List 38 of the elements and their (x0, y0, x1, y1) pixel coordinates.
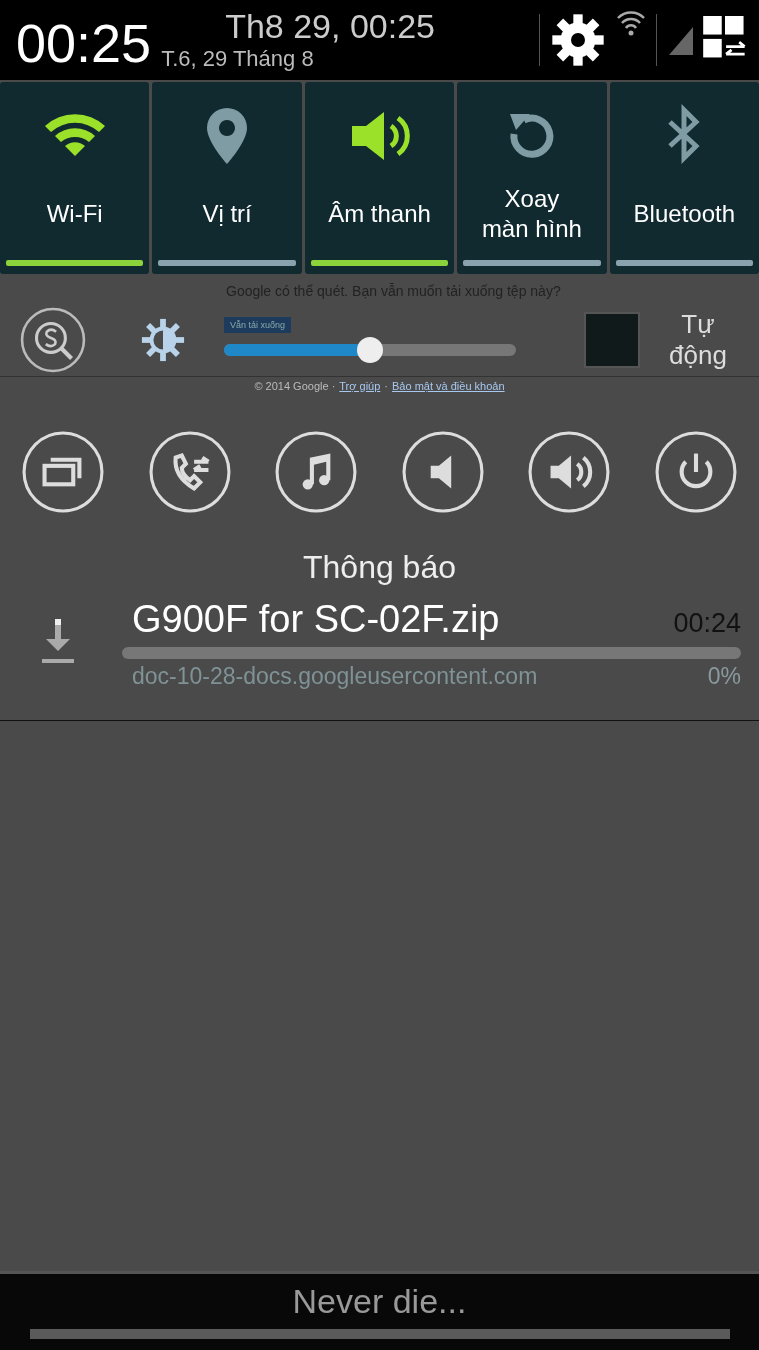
footer-text: · (384, 380, 389, 392)
cell-signal-icon (667, 25, 693, 55)
quick-setting-tile[interactable]: Wi-Fi (0, 82, 150, 274)
notifications-header: Thông báo (302, 549, 457, 586)
footer-link[interactable]: Bảo mật và điều khoản (392, 380, 505, 392)
download-percent: 0% (707, 663, 741, 690)
download-source: doc-10-28-docs.googleusercontent.com (132, 663, 538, 690)
search-icon[interactable] (20, 307, 86, 373)
music-note-icon[interactable] (275, 431, 358, 513)
tile-label: Bluetooth (633, 199, 736, 229)
volume-icon[interactable] (528, 431, 611, 513)
phone-icon[interactable] (148, 431, 231, 513)
windows-icon[interactable] (22, 431, 104, 513)
quick-setting-tile[interactable]: Bluetooth (609, 82, 759, 274)
notification-time: 00:24 (673, 608, 741, 639)
status-datetime: Th8 29, 00:25 (225, 8, 435, 46)
date-text: T.6, 29 Tháng 8 (161, 45, 314, 72)
drag-handle[interactable] (29, 1329, 730, 1339)
clock-time: 00:25 (16, 12, 152, 74)
power-icon[interactable] (654, 431, 737, 513)
footer-link[interactable]: Trợ giúp (339, 380, 381, 392)
tile-label: Vị trí (202, 199, 252, 229)
slider-thumb[interactable] (357, 337, 383, 363)
quick-setting-tile[interactable]: Âm thanh (304, 82, 455, 274)
auto-checkbox[interactable] (584, 312, 640, 368)
speaker-icon[interactable] (401, 431, 484, 513)
wifi-signal-icon (616, 8, 646, 38)
notification-title: G900F for SC-02F.zip (132, 598, 500, 641)
quick-setting-tile[interactable]: Xoay màn hình (457, 82, 607, 274)
brightness-icon (140, 317, 186, 363)
tile-label: Âm thanh (328, 199, 431, 229)
quick-setting-tile[interactable]: Vị trí (152, 82, 302, 274)
footer-text: © 2014 Google · (254, 380, 336, 392)
tile-label: Wi-Fi (46, 199, 103, 229)
settings-icon[interactable] (550, 12, 606, 68)
carrier-label: Never die... (292, 1282, 467, 1321)
auto-label: Tự động (668, 308, 728, 372)
tile-label: Xoay màn hình (481, 184, 582, 244)
